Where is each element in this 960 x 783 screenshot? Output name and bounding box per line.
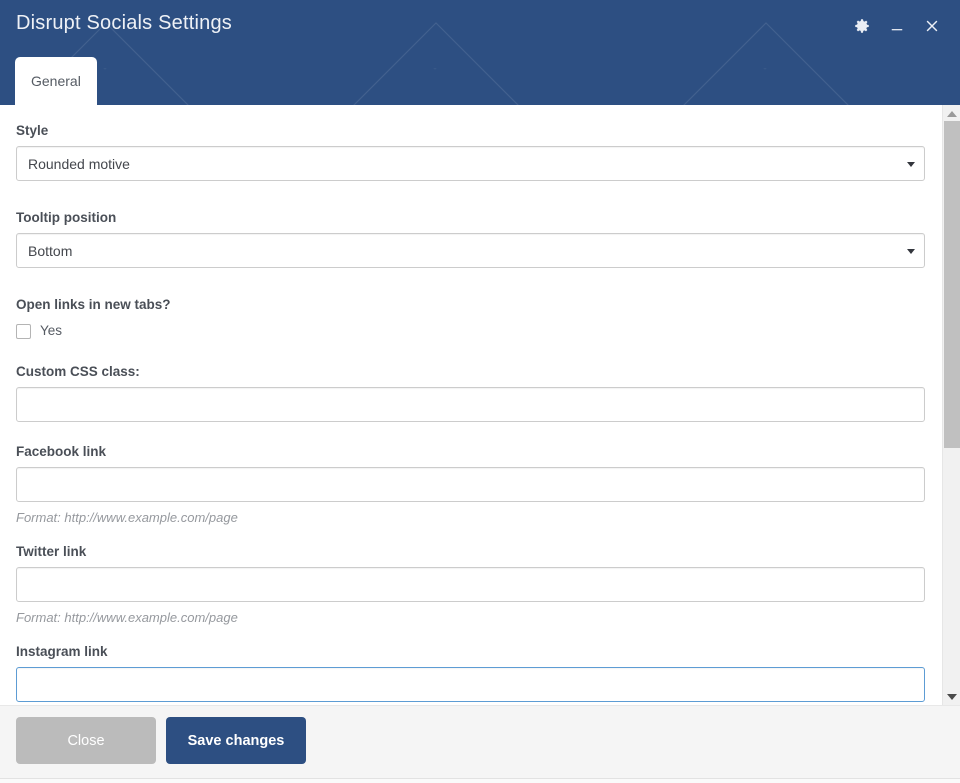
facebook-link-label: Facebook link bbox=[16, 444, 107, 459]
open-links-checkbox-label: Yes bbox=[40, 323, 63, 338]
twitter-link-input[interactable] bbox=[16, 567, 925, 602]
instagram-link-label: Instagram link bbox=[16, 644, 108, 659]
tooltip-position-select[interactable]: Bottom bbox=[16, 233, 925, 268]
scroll-up-arrow-icon[interactable] bbox=[943, 105, 960, 122]
field-facebook-link: Facebook link Format: http://www.example… bbox=[16, 444, 925, 526]
field-instagram-link: Instagram link bbox=[16, 644, 925, 702]
tab-strip: General bbox=[0, 57, 960, 105]
triangle-up-icon bbox=[947, 110, 957, 117]
close-icon[interactable] bbox=[921, 14, 943, 38]
dialog-footer: Close Save changes bbox=[0, 705, 960, 778]
tab-general[interactable]: General bbox=[15, 57, 97, 105]
field-custom-css-class: Custom CSS class: bbox=[16, 364, 925, 422]
close-button[interactable]: Close bbox=[16, 717, 156, 764]
field-twitter-link: Twitter link Format: http://www.example.… bbox=[16, 544, 925, 626]
open-links-checkbox[interactable] bbox=[16, 323, 31, 339]
tab-general-label: General bbox=[31, 73, 81, 89]
save-changes-button[interactable]: Save changes bbox=[166, 717, 306, 764]
field-style: Style Rounded motive bbox=[16, 123, 925, 181]
custom-css-class-label: Custom CSS class: bbox=[16, 364, 140, 379]
facebook-link-input[interactable] bbox=[16, 467, 925, 502]
triangle-down-icon bbox=[947, 693, 957, 700]
field-open-links-new-tabs: Open links in new tabs? Yes bbox=[16, 297, 925, 342]
settings-form-scroll-area: Style Rounded motive Tooltip position Bo… bbox=[0, 105, 960, 705]
window-titlebar: Disrupt Socials Settings General bbox=[0, 0, 960, 105]
scrollbar-thumb[interactable] bbox=[944, 121, 960, 448]
settings-form: Style Rounded motive Tooltip position Bo… bbox=[0, 105, 941, 702]
open-links-checkbox-row[interactable]: Yes bbox=[16, 320, 76, 342]
instagram-link-input[interactable] bbox=[16, 667, 925, 702]
style-select-value: Rounded motive bbox=[28, 155, 130, 172]
minimize-icon[interactable] bbox=[886, 14, 908, 38]
twitter-link-label: Twitter link bbox=[16, 544, 87, 559]
footer-button-row: Close Save changes bbox=[16, 717, 306, 764]
facebook-link-hint: Format: http://www.example.com/page bbox=[16, 510, 238, 525]
style-label: Style bbox=[16, 123, 49, 138]
tooltip-position-label: Tooltip position bbox=[16, 210, 117, 225]
window-bottom-edge bbox=[0, 778, 960, 783]
open-links-label: Open links in new tabs? bbox=[16, 297, 171, 312]
field-tooltip-position: Tooltip position Bottom bbox=[16, 210, 925, 268]
custom-css-class-input[interactable] bbox=[16, 387, 925, 422]
settings-dialog: Disrupt Socials Settings General Style R… bbox=[0, 0, 960, 783]
style-select[interactable]: Rounded motive bbox=[16, 146, 925, 181]
tooltip-position-select-value: Bottom bbox=[28, 242, 73, 259]
chevron-down-icon bbox=[907, 161, 915, 167]
scroll-down-arrow-icon[interactable] bbox=[943, 688, 960, 705]
vertical-scrollbar[interactable] bbox=[942, 105, 960, 705]
chevron-down-icon bbox=[907, 248, 915, 254]
page-title: Disrupt Socials Settings bbox=[16, 12, 233, 34]
window-controls bbox=[851, 14, 943, 38]
gear-icon[interactable] bbox=[851, 14, 873, 38]
twitter-link-hint: Format: http://www.example.com/page bbox=[16, 610, 238, 625]
